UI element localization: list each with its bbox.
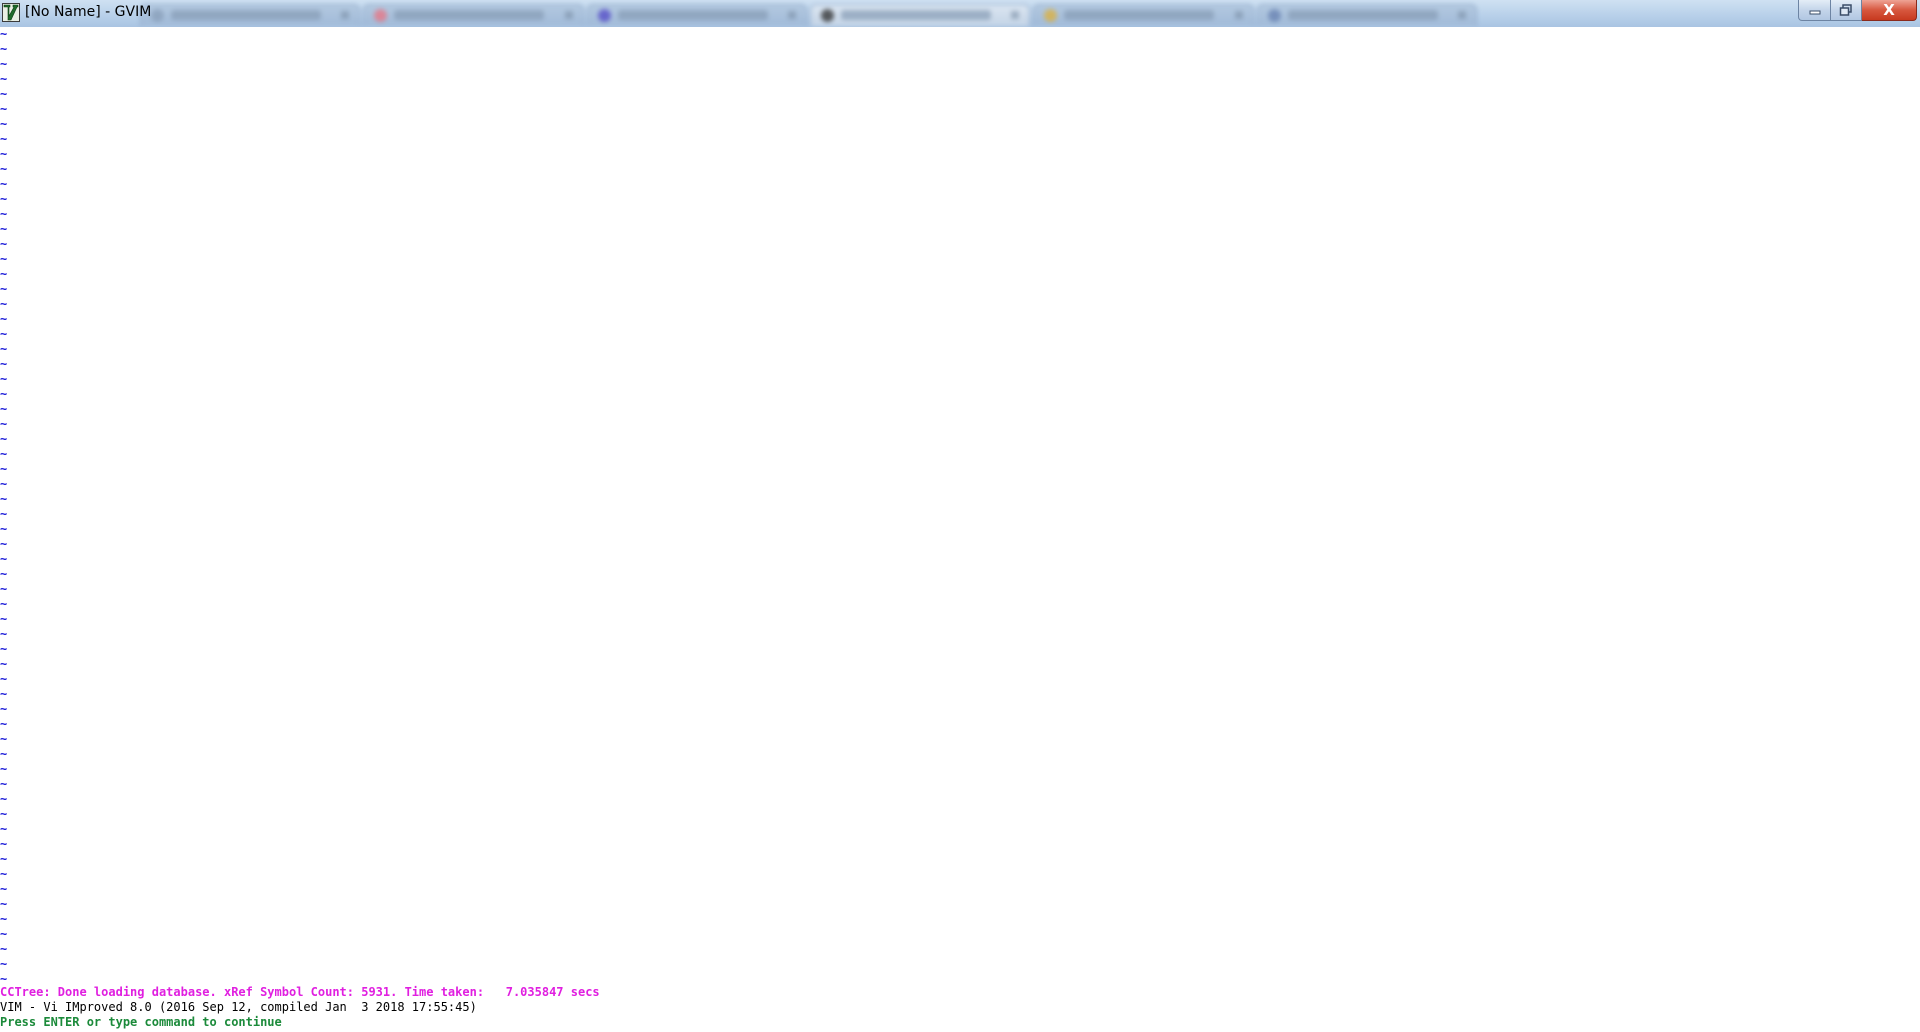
empty-line-tilde: ~ bbox=[0, 687, 8, 701]
empty-line-tilde: ~ bbox=[0, 897, 8, 911]
empty-line-tilde: ~ bbox=[0, 957, 8, 971]
background-tab bbox=[809, 4, 1031, 26]
empty-line-tilde: ~ bbox=[0, 342, 8, 356]
empty-line-tilde: ~ bbox=[0, 267, 8, 281]
empty-line-tilde: ~ bbox=[0, 222, 8, 236]
window-title: [No Name] - GVIM bbox=[25, 4, 152, 20]
empty-line-tilde: ~ bbox=[0, 882, 8, 896]
empty-line-tilde: ~ bbox=[0, 507, 8, 521]
empty-line-tilde: ~ bbox=[0, 537, 8, 551]
empty-line-markers: ~ ~ ~ ~ ~ ~ ~ ~ ~ ~ ~ ~ ~ ~ ~ ~ ~ ~ ~ ~ ~ ~ ~ ~ ~ ~ ~ ~ ~ ~ ~ ~ ~ ~ ~ ~ ~ ~ ~ ~… bbox=[0, 27, 12, 987]
empty-line-tilde: ~ bbox=[0, 807, 8, 821]
empty-line-tilde: ~ bbox=[0, 162, 8, 176]
empty-line-tilde: ~ bbox=[0, 417, 8, 431]
empty-line-tilde: ~ bbox=[0, 72, 8, 86]
empty-line-tilde: ~ bbox=[0, 102, 8, 116]
empty-line-tilde: ~ bbox=[0, 642, 8, 656]
empty-line-tilde: ~ bbox=[0, 57, 8, 71]
empty-line-tilde: ~ bbox=[0, 297, 8, 311]
empty-line-tilde: ~ bbox=[0, 672, 8, 686]
empty-line-tilde: ~ bbox=[0, 87, 8, 101]
empty-line-tilde: ~ bbox=[0, 327, 8, 341]
empty-line-tilde: ~ bbox=[0, 177, 8, 191]
empty-line-tilde: ~ bbox=[0, 477, 8, 491]
empty-line-tilde: ~ bbox=[0, 732, 8, 746]
empty-line-tilde: ~ bbox=[0, 252, 8, 266]
empty-line-tilde: ~ bbox=[0, 147, 8, 161]
editor-area[interactable]: ~ ~ ~ ~ ~ ~ ~ ~ ~ ~ ~ ~ ~ ~ ~ ~ ~ ~ ~ ~ ~ ~ ~ ~ ~ ~ ~ ~ ~ ~ ~ ~ ~ ~ ~ ~ ~ ~ ~ ~… bbox=[0, 27, 1920, 1032]
empty-line-tilde: ~ bbox=[0, 42, 8, 56]
empty-line-tilde: ~ bbox=[0, 657, 8, 671]
empty-line-tilde: ~ bbox=[0, 927, 8, 941]
empty-line-tilde: ~ bbox=[0, 432, 8, 446]
empty-line-tilde: ~ bbox=[0, 357, 8, 371]
empty-line-tilde: ~ bbox=[0, 387, 8, 401]
empty-line-tilde: ~ bbox=[0, 312, 8, 326]
minimize-button[interactable] bbox=[1798, 0, 1831, 21]
empty-line-tilde: ~ bbox=[0, 792, 8, 806]
empty-line-tilde: ~ bbox=[0, 447, 8, 461]
empty-line-tilde: ~ bbox=[0, 582, 8, 596]
empty-line-tilde: ~ bbox=[0, 852, 8, 866]
empty-line-tilde: ~ bbox=[0, 207, 8, 221]
empty-line-tilde: ~ bbox=[0, 912, 8, 926]
empty-line-tilde: ~ bbox=[0, 702, 8, 716]
empty-line-tilde: ~ bbox=[0, 837, 8, 851]
empty-line-tilde: ~ bbox=[0, 522, 8, 536]
background-tab bbox=[586, 4, 807, 26]
empty-line-tilde: ~ bbox=[0, 717, 8, 731]
empty-line-tilde: ~ bbox=[0, 612, 8, 626]
background-tab bbox=[1033, 4, 1254, 26]
cctree-status-message: CCTree: Done loading database. xRef Symb… bbox=[0, 985, 600, 999]
empty-line-tilde: ~ bbox=[0, 132, 8, 146]
empty-line-tilde: ~ bbox=[0, 492, 8, 506]
vim-version-message: VIM - Vi IMproved 8.0 (2016 Sep 12, comp… bbox=[0, 1000, 477, 1014]
restore-icon bbox=[1839, 4, 1852, 16]
empty-line-tilde: ~ bbox=[0, 867, 8, 881]
close-icon: X bbox=[1883, 1, 1895, 19]
empty-line-tilde: ~ bbox=[0, 627, 8, 641]
empty-line-tilde: ~ bbox=[0, 777, 8, 791]
minimize-icon bbox=[1809, 10, 1820, 15]
maximize-button[interactable] bbox=[1831, 0, 1862, 21]
background-tab bbox=[140, 4, 361, 26]
window-controls: X bbox=[1798, 0, 1917, 21]
gvim-app-icon[interactable] bbox=[2, 3, 20, 22]
close-button[interactable]: X bbox=[1862, 0, 1917, 21]
continue-prompt: Press ENTER or type command to continue bbox=[0, 1015, 282, 1029]
background-browser-tabs bbox=[140, 4, 1480, 27]
background-tab bbox=[1256, 4, 1477, 26]
empty-line-tilde: ~ bbox=[0, 552, 8, 566]
empty-line-tilde: ~ bbox=[0, 282, 8, 296]
empty-line-tilde: ~ bbox=[0, 942, 8, 956]
empty-line-tilde: ~ bbox=[0, 762, 8, 776]
empty-line-tilde: ~ bbox=[0, 747, 8, 761]
empty-line-tilde: ~ bbox=[0, 567, 8, 581]
empty-line-tilde: ~ bbox=[0, 462, 8, 476]
empty-line-tilde: ~ bbox=[0, 402, 8, 416]
empty-line-tilde: ~ bbox=[0, 117, 8, 131]
title-bar[interactable]: [No Name] - GVIM X bbox=[0, 0, 1920, 28]
empty-line-tilde: ~ bbox=[0, 822, 8, 836]
empty-line-tilde: ~ bbox=[0, 597, 8, 611]
empty-line-tilde: ~ bbox=[0, 27, 8, 41]
empty-line-tilde: ~ bbox=[0, 192, 8, 206]
empty-line-tilde: ~ bbox=[0, 372, 8, 386]
empty-line-tilde: ~ bbox=[0, 237, 8, 251]
background-tab bbox=[363, 4, 584, 26]
